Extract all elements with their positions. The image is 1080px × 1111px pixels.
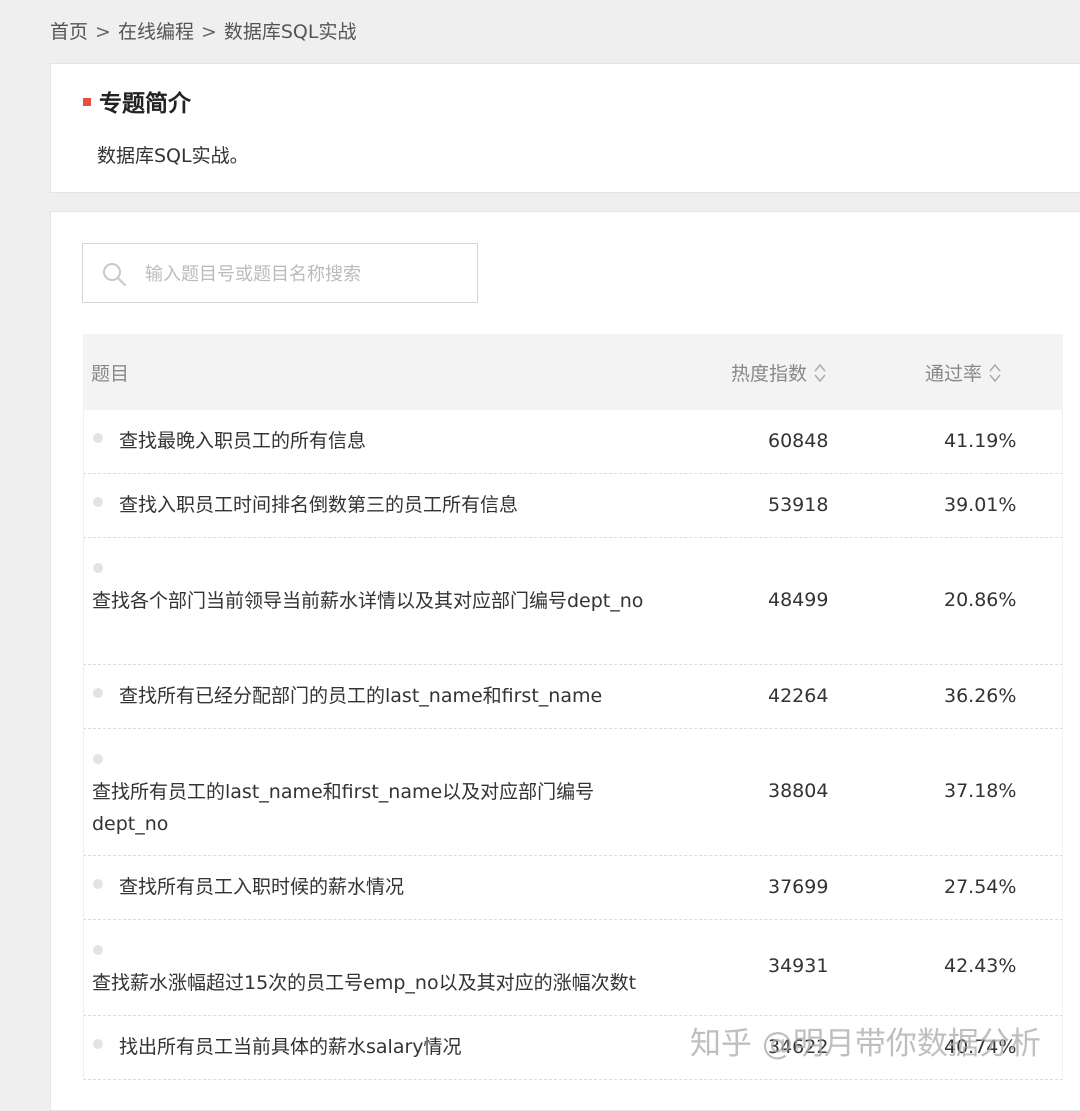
table-row[interactable]: 查找各个部门当前领导当前薪水详情以及其对应部门编号dept_no 48499 2… — [83, 538, 1063, 665]
breadcrumb-online-coding[interactable]: 在线编程 — [118, 21, 194, 43]
problem-title[interactable]: 查找入职员工时间排名倒数第三的员工所有信息 — [119, 489, 518, 521]
heat-value: 38804 — [768, 780, 829, 802]
problem-list-card: 题目 热度指数 通过率 查找最晚入职员工的所有信息 60848 41.19% 查… — [50, 211, 1080, 1111]
intro-card: 专题简介 数据库SQL实战。 — [50, 63, 1080, 193]
sort-icon[interactable] — [988, 362, 1002, 384]
pass-rate-value: 36.26% — [944, 685, 1017, 707]
title-marker — [83, 97, 91, 106]
status-dot-icon — [93, 433, 103, 443]
status-dot-icon — [93, 879, 103, 889]
pass-rate-value: 42.43% — [944, 955, 1017, 977]
intro-title: 专题简介 — [99, 91, 191, 117]
table-row[interactable]: 查找薪水涨幅超过15次的员工号emp_no以及其对应的涨幅次数t 34931 4… — [83, 920, 1063, 1016]
column-header-title: 题目 — [91, 363, 130, 385]
sort-icon[interactable] — [813, 362, 827, 384]
status-dot-icon — [93, 688, 103, 698]
status-dot-icon — [93, 497, 103, 507]
table-row[interactable]: 查找最晚入职员工的所有信息 60848 41.19% — [83, 410, 1063, 474]
problem-title[interactable]: 查找薪水涨幅超过15次的员工号emp_no以及其对应的涨幅次数t — [92, 967, 712, 999]
watermark: 知乎 @明月带你数据分析 — [690, 1026, 1041, 1062]
status-dot-icon — [93, 754, 103, 764]
breadcrumb-home[interactable]: 首页 — [50, 21, 88, 43]
breadcrumb-current: 数据库SQL实战 — [223, 21, 357, 43]
problem-title[interactable]: 查找所有员工入职时候的薪水情况 — [119, 871, 404, 903]
table-row[interactable]: 查找所有员工的last_name和first_name以及对应部门编号dept_… — [83, 729, 1063, 856]
column-header-heat[interactable]: 热度指数 — [731, 359, 827, 386]
problem-title[interactable]: 找出所有员工当前具体的薪水salary情况 — [119, 1031, 462, 1063]
heat-value: 60848 — [768, 430, 829, 452]
problem-table: 题目 热度指数 通过率 查找最晚入职员工的所有信息 60848 41.19% 查… — [83, 334, 1063, 1080]
pass-rate-value: 27.54% — [944, 876, 1017, 898]
problem-title[interactable]: 查找所有员工的last_name和first_name以及对应部门编号dept_… — [92, 776, 652, 840]
column-header-pass-rate[interactable]: 通过率 — [925, 359, 1002, 386]
breadcrumb-separator: > — [95, 21, 111, 43]
pass-rate-value: 41.19% — [944, 430, 1017, 452]
breadcrumb-separator: > — [200, 21, 217, 43]
pass-rate-header-label: 通过率 — [925, 363, 983, 385]
search-input[interactable] — [143, 244, 467, 304]
pass-rate-value: 39.01% — [944, 494, 1017, 516]
table-header: 题目 热度指数 通过率 — [83, 334, 1063, 410]
problem-title[interactable]: 查找各个部门当前领导当前薪水详情以及其对应部门编号dept_no — [92, 585, 652, 617]
table-row[interactable]: 查找入职员工时间排名倒数第三的员工所有信息 53918 39.01% — [83, 474, 1063, 538]
search-box[interactable] — [82, 243, 478, 304]
problem-title[interactable]: 查找所有已经分配部门的员工的last_name和first_name — [119, 680, 602, 712]
intro-description: 数据库SQL实战。 — [97, 145, 249, 167]
table-row[interactable]: 查找所有已经分配部门的员工的last_name和first_name 42264… — [83, 665, 1063, 729]
heat-value: 53918 — [768, 494, 829, 516]
pass-rate-value: 20.86% — [944, 589, 1017, 611]
heat-value: 48499 — [768, 589, 829, 611]
heat-value: 37699 — [768, 876, 829, 898]
table-row[interactable]: 查找所有员工入职时候的薪水情况 37699 27.54% — [83, 856, 1063, 920]
status-dot-icon — [93, 945, 103, 955]
status-dot-icon — [93, 563, 103, 573]
problem-title[interactable]: 查找最晚入职员工的所有信息 — [119, 425, 366, 457]
heat-value: 34931 — [768, 955, 829, 977]
pass-rate-value: 37.18% — [944, 780, 1017, 802]
heat-value: 42264 — [768, 685, 829, 707]
search-icon — [103, 263, 126, 286]
heat-header-label: 热度指数 — [731, 363, 808, 385]
breadcrumb: 首页 > 在线编程 > 数据库SQL实战 — [50, 17, 356, 44]
status-dot-icon — [93, 1039, 103, 1049]
intro-heading: 专题简介 — [83, 84, 191, 118]
